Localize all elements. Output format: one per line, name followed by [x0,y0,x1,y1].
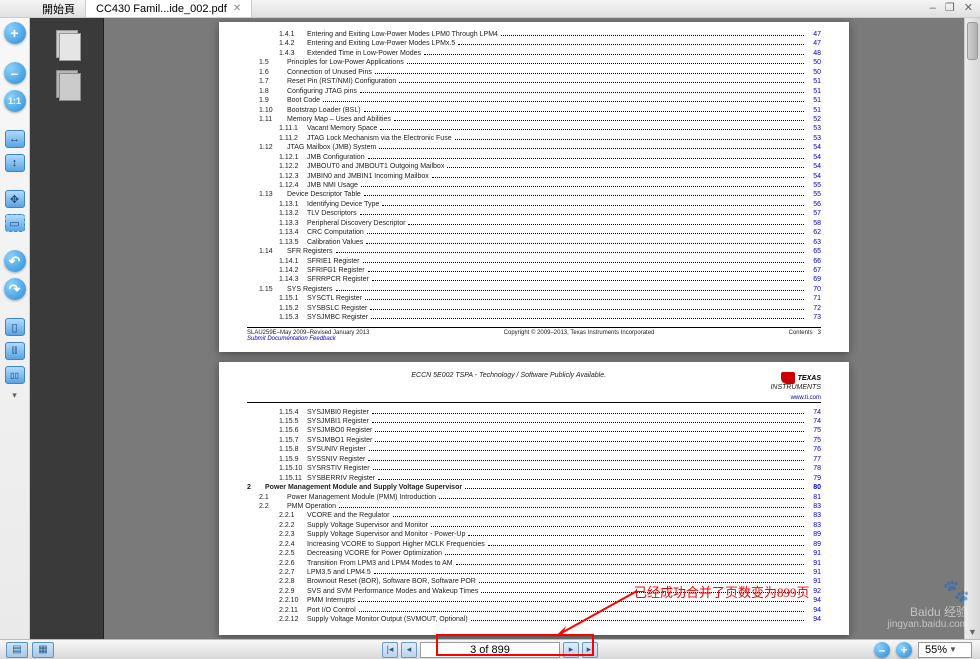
page-number-input[interactable]: 3 of 899 [420,642,560,658]
actual-size-button[interactable]: 1:1 [4,90,26,112]
scroll-down-icon[interactable]: ▼ [968,627,977,637]
toc-entry[interactable]: 2Power Management Module and Supply Volt… [247,483,821,492]
zoom-out-btn[interactable]: – [874,642,890,658]
toc-entry[interactable]: 1.7Reset Pin (RST/NMI) Configuration51 [247,77,821,86]
toc-entry[interactable]: 2.2.6Transition From LPM3 and LPM4 Modes… [247,559,821,568]
zoom-out-button[interactable]: – [4,62,26,84]
toc-entry[interactable]: 1.12.1JMB Configuration54 [247,153,821,162]
first-page-button[interactable]: |◂ [382,642,398,658]
rotate-right-button[interactable]: ↷ [4,278,26,300]
single-page-button[interactable]: ▯ [5,318,25,336]
toc-entry[interactable]: 1.15.9SYSSNIV Register77 [247,455,821,464]
toc-entry[interactable]: 1.15SYS Registers70 [247,285,821,294]
toc-entry[interactable]: 2.2.7LPM3.5 and LPM4.591 [247,568,821,577]
close-button[interactable]: ✕ [964,2,973,14]
tab-bar: 開始頁 CC430 Famil...ide_002.pdf✕ – ❐ ✕ [0,0,980,18]
fit-page-button[interactable]: ↕ [5,154,25,172]
zoom-in-button[interactable]: + [4,22,26,44]
toc-entry[interactable]: 1.14SFR Registers65 [247,247,821,256]
rotate-left-button[interactable]: ↶ [4,250,26,272]
toc-entry[interactable]: 1.13.5Calibration Values63 [247,238,821,247]
toc-entry[interactable]: 1.4.3Extended Time in Low-Power Modes48 [247,49,821,58]
vertical-scrollbar[interactable]: ▼ [964,18,980,639]
toc-entry[interactable]: 1.9Boot Code51 [247,96,821,105]
toc-entry[interactable]: 1.4.1Entering and Exiting Low-Power Mode… [247,30,821,39]
document-view[interactable]: 1.4.1Entering and Exiting Low-Power Mode… [104,18,964,639]
toc-entry[interactable]: 2.2.2Supply Voltage Supervisor and Monit… [247,521,821,530]
toc-entry[interactable]: 1.15.7SYSJMBO1 Register75 [247,436,821,445]
minimize-button[interactable]: – [930,2,936,14]
toc-entry[interactable]: 1.8Configuring JTAG pins51 [247,87,821,96]
toc-entry[interactable]: 2.2.3Supply Voltage Supervisor and Monit… [247,530,821,539]
toc-entry[interactable]: 1.13.4CRC Computation62 [247,228,821,237]
continuous-button[interactable]: ⫿⫿ [5,342,25,360]
tab-home[interactable]: 開始頁 [32,0,86,17]
zoom-value[interactable]: 55%▼ [918,642,972,658]
toc-entry[interactable]: 2.2PMM Operation83 [247,502,821,511]
restore-button[interactable]: ❐ [945,2,955,14]
toc-entry[interactable]: 1.5Principles for Low-Power Applications… [247,58,821,67]
tab-document[interactable]: CC430 Famil...ide_002.pdf✕ [86,0,252,17]
pdf-page-3: 1.4.1Entering and Exiting Low-Power Mode… [219,22,849,352]
toc-entry[interactable]: 1.10Bootstrap Loader (BSL)51 [247,106,821,115]
toc-entry[interactable]: 1.15.4SYSJMBI0 Register74 [247,408,821,417]
toc-entry[interactable]: 1.11.1Vacant Memory Space53 [247,124,821,133]
toc-entry[interactable]: 1.12JTAG Mailbox (JMB) System54 [247,143,821,152]
toc-entry[interactable]: 1.12.2JMBOUT0 and JMBOUT1 Outgoing Mailb… [247,162,821,171]
toc-entry[interactable]: 1.15.10SYSRSTIV Register78 [247,464,821,473]
thumbnail-panel [30,18,104,639]
toc-entry[interactable]: 1.15.5SYSJMBI1 Register74 [247,417,821,426]
toc-entry[interactable]: 2.2.11Port I/O Control94 [247,606,821,615]
view-single-button[interactable]: ▤ [6,642,28,658]
toc-entry[interactable]: 1.15.3SYSJMBC Register73 [247,313,821,322]
toc-entry[interactable]: 1.13.1Identifying Device Type56 [247,200,821,209]
toolbar-left: + – 1:1 ↔ ↕ ✥ ▭ ↶ ↷ ▯ ⫿⫿ ▯▯ ▾ [0,18,30,639]
pages-icon[interactable] [54,30,80,60]
toc-entry[interactable]: 1.14.1SFRIE1 Register66 [247,257,821,266]
window-controls: – ❐ ✕ [927,1,976,14]
toc-entry[interactable]: 1.13.3Peripheral Discovery Descriptor58 [247,219,821,228]
toc-entry[interactable]: 1.15.6SYSJMBO0 Register75 [247,426,821,435]
zoom-controls: – + 55%▼ [874,642,972,658]
toc-entry[interactable]: 2.2.12Supply Voltage Monitor Output (SVM… [247,615,821,624]
toc-entry[interactable]: 1.15.1SYSCTL Register71 [247,294,821,303]
scrollbar-thumb[interactable] [967,22,978,60]
close-icon[interactable]: ✕ [233,3,241,14]
zoom-in-btn[interactable]: + [896,642,912,658]
toc-entry[interactable]: 1.12.3JMBIN0 and JMBIN1 Incoming Mailbox… [247,172,821,181]
annotation-text: 已经成功合并了页数变为899页 [634,582,810,601]
toc-entry[interactable]: 1.14.2SFRIFG1 Register67 [247,266,821,275]
toc-entry[interactable]: 2.1Power Management Module (PMM) Introdu… [247,493,821,502]
toc-entry[interactable]: 2.2.1VCORE and the Regulator83 [247,511,821,520]
toc-entry[interactable]: 2.2.5Decreasing VCORE for Power Optimiza… [247,549,821,558]
toc-entry[interactable]: 1.13Device Descriptor Table55 [247,190,821,199]
status-bar: ▤ ▦ |◂ ◂ 3 of 899 ▸ ▸| – + 55%▼ [0,639,980,659]
toc-entry[interactable]: 1.6Connection of Unused Pins50 [247,68,821,77]
toc-entry[interactable]: 1.13.2TLV Descriptors57 [247,209,821,218]
next-page-button[interactable]: ▸ [563,642,579,658]
facing-button[interactable]: ▯▯ [5,366,25,384]
toc-entry[interactable]: 1.15.11SYSBERRIV Register79 [247,474,821,483]
toc-entry[interactable]: 1.15.2SYSBSLC Register72 [247,304,821,313]
toc-entry[interactable]: 1.11.2JTAG Lock Mechanism via the Electr… [247,134,821,143]
prev-page-button[interactable]: ◂ [401,642,417,658]
toc-entry[interactable]: 1.15.8SYSUNIV Register76 [247,445,821,454]
fit-width-button[interactable]: ↔ [5,130,25,148]
toc-entry[interactable]: 1.12.4JMB NMI Usage55 [247,181,821,190]
last-page-button[interactable]: ▸| [582,642,598,658]
toc-entry[interactable]: 1.4.2Entering and Exiting Low-Power Mode… [247,39,821,48]
marquee-button[interactable]: ▭ [5,214,25,232]
pan-button[interactable]: ✥ [5,190,25,208]
toc-entry[interactable]: 2.2.4Increasing VCORE to Support Higher … [247,540,821,549]
toc-entry[interactable]: 1.14.3SFRRPCR Register69 [247,275,821,284]
view-continuous-button[interactable]: ▦ [32,642,54,658]
page-thumb-icon[interactable] [54,70,80,100]
ti-logo-icon: TEXASINSTRUMENTS [770,372,821,391]
page-navigator: |◂ ◂ 3 of 899 ▸ ▸| [382,642,598,658]
toc-entry[interactable]: 1.11Memory Map – Uses and Abilities52 [247,115,821,124]
